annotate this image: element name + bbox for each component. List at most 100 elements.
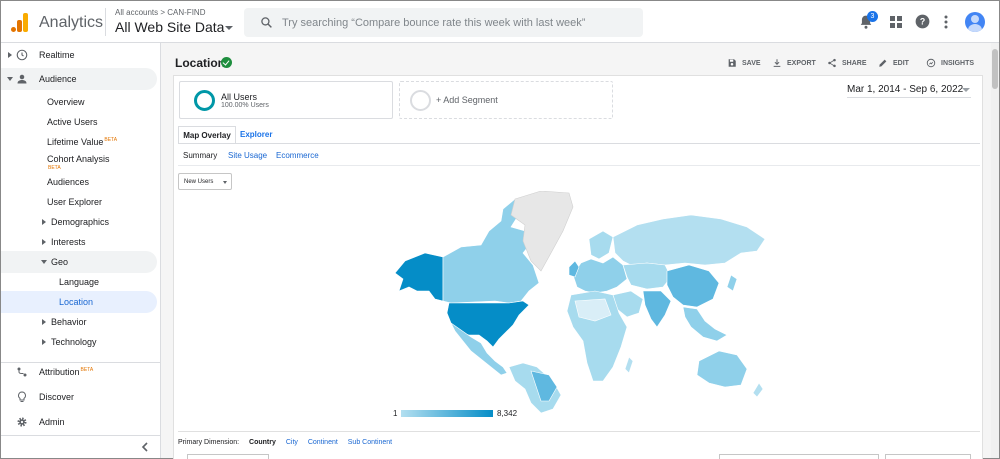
app-name[interactable]: Analytics <box>39 14 103 32</box>
edit-button[interactable]: EDIT <box>878 58 909 68</box>
sidebar-item-label: Technology <box>51 337 97 347</box>
sidebar-item-realtime[interactable]: Realtime <box>1 44 157 66</box>
verified-check-icon <box>221 57 232 68</box>
analytics-logo-icon[interactable] <box>11 13 29 32</box>
map-region-new-zealand[interactable] <box>752 382 764 398</box>
sidebar-item-interests[interactable]: Interests <box>1 231 157 253</box>
map-region-southeast-asia[interactable] <box>682 306 728 342</box>
sidebar-item-discover[interactable]: Discover <box>1 386 157 408</box>
export-button[interactable]: EXPORT <box>772 58 816 68</box>
sidebar-item-label: Active Users <box>47 117 98 127</box>
map-region-usa[interactable] <box>446 300 530 348</box>
map-region-alaska[interactable] <box>394 252 444 302</box>
dimension-country[interactable]: Country <box>249 439 276 446</box>
sidebar-item-label: Cohort Analysis <box>47 154 110 164</box>
map-region-japan[interactable] <box>726 274 738 292</box>
subtabs-divider <box>178 165 980 166</box>
export-icon <box>773 59 781 67</box>
table-search-input[interactable] <box>719 454 879 459</box>
sidebar-item-cohort-analysis[interactable]: Cohort Analysis BETA <box>1 149 157 173</box>
sidebar-item-label: Attribution <box>39 367 80 377</box>
table-view-toggle[interactable] <box>885 454 971 459</box>
insights-button[interactable]: INSIGHTS <box>926 58 974 68</box>
sidebar-item-label: Lifetime Value <box>47 137 104 147</box>
sidebar-item-label: Demographics <box>51 217 110 227</box>
apps-grid-icon[interactable] <box>890 16 902 28</box>
sidebar-divider <box>1 435 161 436</box>
more-vert-icon[interactable] <box>943 15 949 29</box>
share-button[interactable]: SHARE <box>827 58 867 68</box>
add-segment-label: + Add Segment <box>436 95 498 105</box>
save-button[interactable]: SAVE <box>727 58 761 68</box>
sidebar-item-audiences[interactable]: Audiences <box>1 171 157 193</box>
property-caret-icon[interactable] <box>225 26 233 30</box>
collapse-sidebar-icon[interactable] <box>141 442 149 452</box>
sidebar-item-behavior[interactable]: Behavior <box>1 311 157 333</box>
sidebar-item-demographics[interactable]: Demographics <box>1 211 157 233</box>
property-selector[interactable]: All Web Site Data <box>115 19 224 35</box>
sidebar-item-overview[interactable]: Overview <box>1 91 157 113</box>
dimension-sub-continent[interactable]: Sub Continent <box>348 439 392 446</box>
search-input[interactable] <box>282 14 632 31</box>
sidebar-item-audience[interactable]: Audience <box>1 68 157 90</box>
account-breadcrumb[interactable]: All accounts > CAN-FIND <box>115 8 205 17</box>
sidebar-item-user-explorer[interactable]: User Explorer <box>1 191 157 213</box>
sidebar-item-active-users[interactable]: Active Users <box>1 111 157 133</box>
metric-dropdown[interactable]: New Users <box>178 173 232 190</box>
sidebar-item-label: Audiences <box>47 177 90 187</box>
tab-map-overlay[interactable]: Map Overlay <box>178 126 236 144</box>
sidebar-item-technology[interactable]: Technology <box>1 331 157 353</box>
top-bar: Analytics All accounts > CAN-FIND All We… <box>1 1 999 43</box>
sidebar-item-language[interactable]: Language <box>1 271 157 293</box>
legend-max-value: 8,342 <box>497 409 518 418</box>
subtab-ecommerce[interactable]: Ecommerce <box>276 151 319 160</box>
notification-badge: 3 <box>867 11 878 22</box>
add-segment-button[interactable]: + Add Segment <box>399 81 613 119</box>
segment-share: 100.00% Users <box>221 102 269 109</box>
sidebar-item-label: Audience <box>39 74 77 84</box>
map-region-central-asia[interactable] <box>622 262 672 290</box>
map-region-australia[interactable] <box>696 350 748 388</box>
sidebar-item-label: User Explorer <box>47 197 103 207</box>
map-region-europe[interactable] <box>572 256 628 294</box>
clock-icon <box>16 49 28 61</box>
search-box[interactable] <box>244 8 643 37</box>
sidebar-item-label: Geo <box>51 257 69 267</box>
scrollbar[interactable] <box>991 43 999 458</box>
segment-all-users[interactable]: All Users 100.00% Users <box>179 81 393 119</box>
subtab-site-usage[interactable]: Site Usage <box>228 151 267 160</box>
map-region-russia[interactable] <box>612 214 766 266</box>
legend-min-value: 1 <box>393 409 398 418</box>
save-icon <box>728 59 736 67</box>
world-map[interactable] <box>391 191 771 413</box>
map-region-china[interactable] <box>666 264 720 308</box>
person-icon <box>17 74 27 84</box>
chevron-down-icon <box>223 181 227 184</box>
share-label: SHARE <box>842 59 867 67</box>
sidebar-item-location[interactable]: Location <box>1 291 157 313</box>
date-range-picker[interactable]: Mar 1, 2014 - Sep 6, 2022 <box>847 84 963 95</box>
sidebar-item-geo[interactable]: Geo <box>1 251 157 273</box>
help-icon[interactable]: ? <box>915 14 930 29</box>
sidebar: Realtime Audience Overview Active Users … <box>1 43 161 458</box>
tab-explorer[interactable]: Explorer <box>240 126 272 144</box>
map-region-madagascar[interactable] <box>624 356 634 374</box>
date-caret-icon[interactable] <box>962 88 970 92</box>
map-region-scandinavia[interactable] <box>588 230 614 260</box>
edit-label: EDIT <box>893 59 909 67</box>
map-region-india[interactable] <box>642 290 672 328</box>
secondary-dimension-dropdown[interactable] <box>187 454 269 459</box>
user-avatar[interactable] <box>965 12 985 32</box>
dimension-city[interactable]: City <box>286 439 298 446</box>
sidebar-item-admin[interactable]: Admin <box>1 411 157 433</box>
sidebar-item-attribution[interactable]: AttributionBETA <box>1 361 157 383</box>
scrollbar-thumb[interactable] <box>992 49 998 89</box>
sidebar-item-label: Language <box>59 277 100 287</box>
sidebar-item-label: Admin <box>39 417 65 427</box>
lightbulb-icon <box>18 391 26 402</box>
segment-name: All Users <box>221 92 258 102</box>
dimension-continent[interactable]: Continent <box>308 439 338 446</box>
tabs-divider <box>178 143 980 144</box>
subtab-summary[interactable]: Summary <box>183 151 217 160</box>
segment-ring-icon <box>194 90 215 111</box>
